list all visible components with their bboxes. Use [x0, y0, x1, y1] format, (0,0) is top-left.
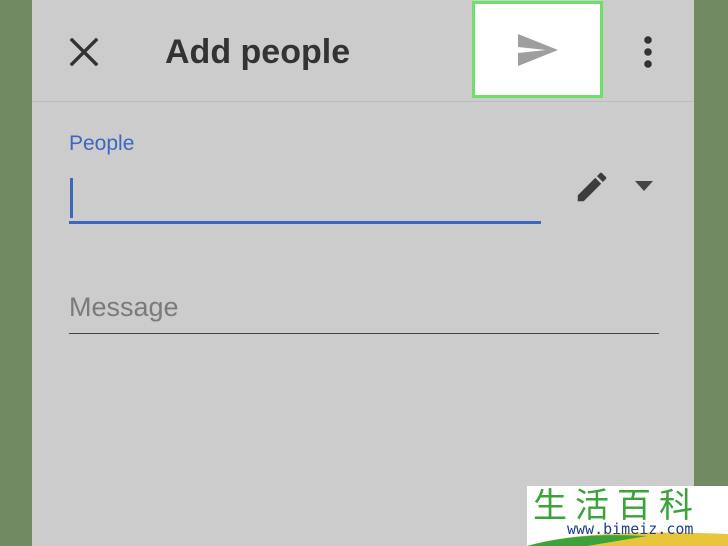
- watermark-url: www.bimeiz.com: [567, 520, 694, 538]
- more-options-button[interactable]: [628, 28, 668, 76]
- send-button[interactable]: [472, 1, 603, 98]
- background-left: [0, 0, 32, 546]
- edit-permission-button[interactable]: [569, 164, 615, 210]
- people-input[interactable]: [69, 168, 541, 224]
- pencil-icon: [577, 172, 607, 202]
- app-toolbar: Add people: [32, 0, 694, 102]
- more-vertical-icon: [644, 36, 652, 68]
- message-input[interactable]: [69, 282, 659, 334]
- text-cursor: [70, 178, 73, 218]
- page-title: Add people: [165, 33, 351, 71]
- close-button[interactable]: [62, 30, 106, 74]
- send-icon: [517, 33, 558, 66]
- people-label: People: [69, 132, 135, 155]
- watermark: 生活百科 www.bimeiz.com: [527, 486, 728, 546]
- dropdown-arrow-icon: [635, 181, 653, 191]
- phone-screen: Add people People: [32, 0, 694, 546]
- background-right: [694, 0, 728, 546]
- close-icon: [69, 37, 99, 67]
- permission-dropdown-button[interactable]: [628, 170, 660, 202]
